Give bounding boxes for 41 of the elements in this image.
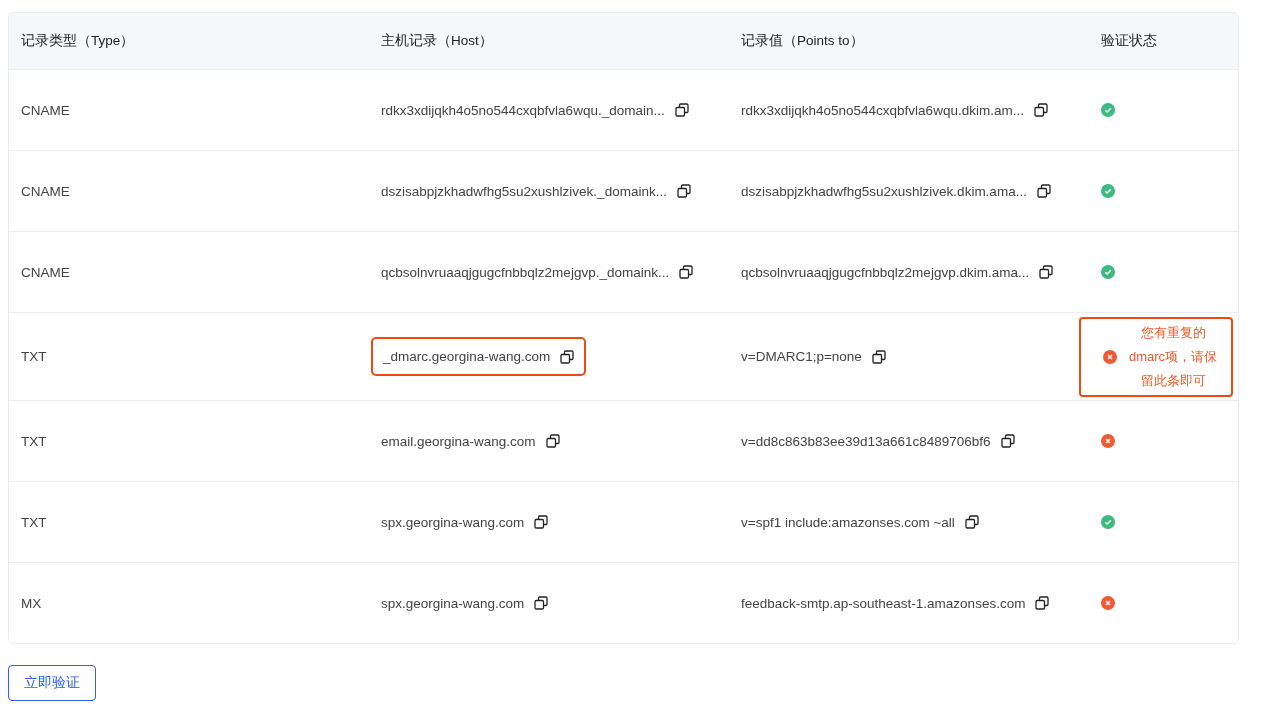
table-cell: rdkx3xdijqkh4o5no544cxqbfvla6wqu._domain...: [381, 102, 665, 118]
table-cell: CNAME: [21, 102, 70, 118]
copy-icon[interactable]: [679, 265, 694, 279]
table-cell: v=spf1 include:amazonses.com ~all: [741, 514, 955, 530]
copy-icon[interactable]: [1039, 265, 1054, 279]
table-cell: rdkx3xdijqkh4o5no544cxqbfvla6wqu.dkim.am...: [741, 102, 1024, 118]
table-cell: v=dd8c863b83ee39d13a661c8489706bf6: [741, 433, 991, 449]
copy-icon[interactable]: [1036, 184, 1051, 198]
copy-icon[interactable]: [1000, 434, 1015, 448]
copy-icon[interactable]: [871, 349, 886, 364]
column-header: 记录值（Points to）: [741, 32, 864, 50]
table-cell: _dmarc.georgina-wang.com: [383, 349, 551, 364]
table-cell: qcbsolnvruaaqjgugcfnbbqlz2mejgvp._domaink...: [381, 264, 670, 280]
table-cell: feedback-smtp.ap-southeast-1.amazonses.com: [741, 595, 1026, 611]
table-cell: TXT: [21, 514, 47, 530]
table-cell: spx.georgina-wang.com: [381, 514, 525, 530]
copy-icon[interactable]: [560, 349, 575, 364]
copy-icon[interactable]: [545, 434, 560, 448]
copy-icon[interactable]: [964, 515, 979, 529]
copy-icon[interactable]: [534, 515, 549, 529]
table-cell: CNAME: [21, 183, 70, 199]
column-header: 主机记录（Host）: [381, 32, 493, 50]
table-cell: qcbsolnvruaaqjgugcfnbbqlz2mejgvp.dkim.ama...: [741, 264, 1030, 280]
table-cell: TXT: [21, 433, 47, 449]
copy-icon[interactable]: [534, 596, 549, 610]
table-cell: TXT: [21, 349, 47, 364]
column-header: 记录类型（Type）: [21, 32, 135, 50]
copy-icon[interactable]: [1033, 103, 1048, 117]
table-cell: MX: [21, 595, 42, 611]
table-cell: spx.georgina-wang.com: [381, 595, 525, 611]
table-cell: dszisabpjzkhadwfhg5su2xushlzivek.dkim.ama...: [741, 183, 1027, 199]
copy-icon[interactable]: [676, 184, 691, 198]
table-cell: CNAME: [21, 264, 70, 280]
table-cell: v=DMARC1;p=none: [741, 349, 862, 364]
copy-icon[interactable]: [1035, 596, 1050, 610]
error-message: 您有重复的dmarc项，请保留此条即可: [1127, 323, 1219, 390]
verify-button[interactable]: 立即验证: [8, 665, 96, 701]
table-cell: dszisabpjzkhadwfhg5su2xushlzivek._domaink...: [381, 183, 667, 199]
column-header: 验证状态: [1101, 32, 1157, 50]
table-cell: email.georgina-wang.com: [381, 433, 536, 449]
copy-icon[interactable]: [674, 103, 689, 117]
